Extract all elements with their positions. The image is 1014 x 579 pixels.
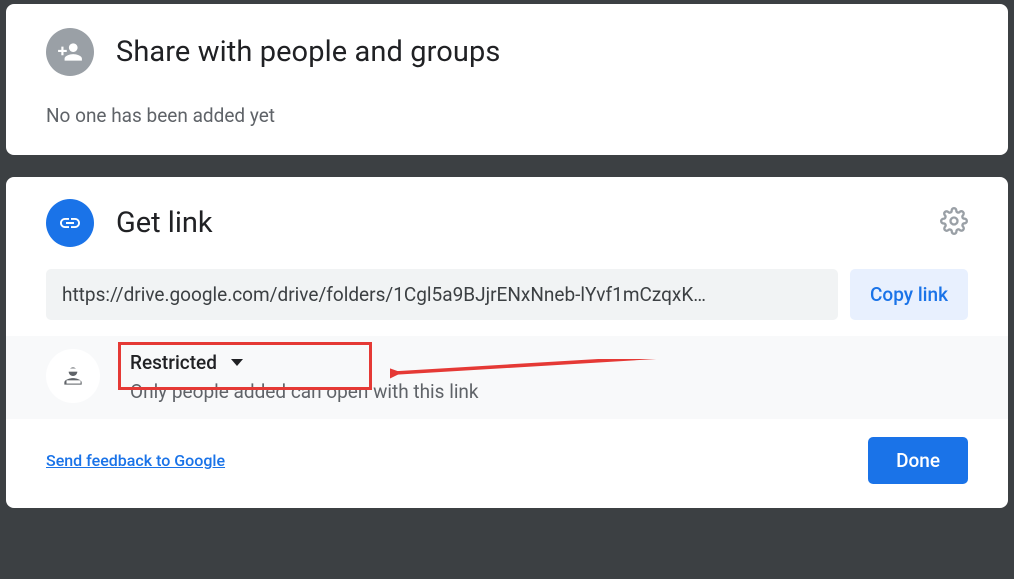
link-icon <box>46 199 94 247</box>
copy-link-button[interactable]: Copy link <box>850 269 968 320</box>
access-description: Only people added can open with this lin… <box>130 380 968 403</box>
person-add-icon <box>46 28 94 76</box>
share-empty-text: No one has been added yet <box>46 104 968 127</box>
access-dropdown-label: Restricted <box>130 351 217 374</box>
share-link-input[interactable] <box>46 269 838 320</box>
link-header: Get link <box>46 199 968 247</box>
share-card: Share with people and groups No one has … <box>6 4 1008 155</box>
feedback-link[interactable]: Send feedback to Google <box>46 451 225 470</box>
get-link-title: Get link <box>116 206 918 240</box>
footer-row: Send feedback to Google Done <box>46 437 968 484</box>
chevron-down-icon <box>231 359 243 366</box>
get-link-card: Get link Copy link <box>6 177 1008 508</box>
access-row: Restricted Only people added can open wi… <box>6 336 1008 419</box>
access-dropdown[interactable]: Restricted <box>130 351 968 374</box>
share-title: Share with people and groups <box>116 35 500 69</box>
link-row: Copy link <box>46 269 968 320</box>
settings-icon[interactable] <box>940 207 968 239</box>
restricted-icon <box>46 349 100 403</box>
share-header: Share with people and groups <box>46 28 968 76</box>
done-button[interactable]: Done <box>868 437 968 484</box>
